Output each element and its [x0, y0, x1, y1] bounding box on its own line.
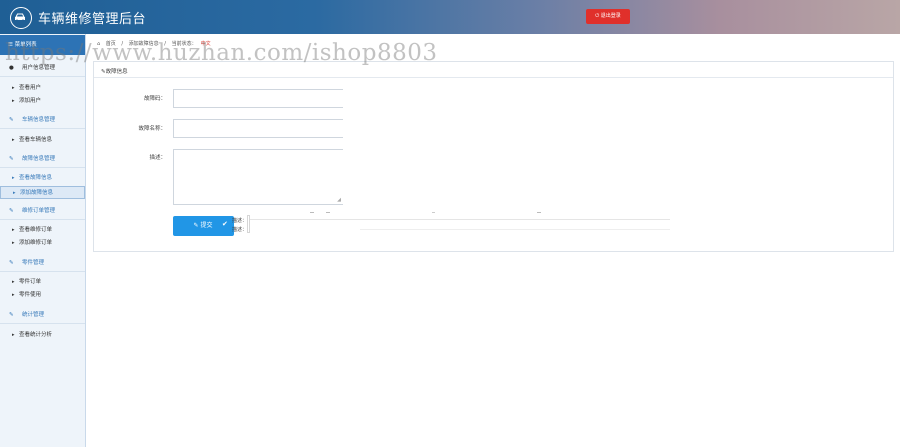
- edit-icon: ✎: [9, 312, 14, 318]
- sidebar-item-label: 查看车辆信息: [19, 137, 53, 143]
- fault-code-label: 故障码：: [143, 96, 166, 102]
- sidebar-group-vehicles[interactable]: ✎ 车辆信息管理: [0, 112, 85, 129]
- artifact-label: 描述：: [232, 227, 248, 233]
- sidebar: ☰ 菜单列表 ● 用户信息管理 ▸ 查看用户 ▸ 添加用户 ✎ 车辆信息管理 ▸…: [0, 34, 86, 447]
- fault-name-label: 故障名称：: [138, 126, 166, 132]
- fault-code-input[interactable]: [173, 89, 343, 108]
- caret-right-icon: ▸: [13, 190, 16, 196]
- fault-name-input[interactable]: [173, 119, 343, 138]
- sidebar-item-label: 查看维修订单: [19, 227, 53, 233]
- sidebar-group-label: 维修订单管理: [22, 208, 56, 214]
- sidebar-item-add-fault[interactable]: ▸ 添加故障信息: [0, 186, 85, 199]
- description-textarea[interactable]: ◢: [173, 149, 343, 205]
- caret-right-icon: ▸: [12, 292, 15, 298]
- artifact-label: 描述：: [232, 218, 248, 224]
- edit-icon: ✎: [9, 156, 14, 162]
- description-label: 描述：: [149, 155, 166, 161]
- sidebar-item-add-user[interactable]: ▸ 添加用户: [0, 95, 85, 108]
- artifact-line: [250, 219, 670, 220]
- sidebar-item-view-users[interactable]: ▸ 查看用户: [0, 82, 85, 95]
- sidebar-group-statistics[interactable]: ✎ 统计管理: [0, 307, 85, 324]
- logout-button[interactable]: ⏻ 退出登录: [586, 9, 630, 24]
- edit-icon: ✎: [9, 208, 14, 214]
- sidebar-item-label: 查看故障信息: [19, 175, 53, 181]
- sidebar-item-label: 查看统计分析: [19, 332, 53, 338]
- panel-title-text: 故障信息: [105, 69, 128, 75]
- sidebar-item-parts-usage[interactable]: ▸ 零件使用: [0, 289, 85, 302]
- caret-right-icon: ▸: [12, 137, 15, 143]
- sidebar-item-add-order[interactable]: ▸ 添加维修订单: [0, 237, 85, 250]
- resize-handle-icon[interactable]: ◢: [337, 197, 341, 203]
- caret-right-icon: ▸: [12, 227, 15, 233]
- panel-title: ✎故障信息: [101, 67, 128, 75]
- caret-right-icon: ▸: [12, 175, 15, 181]
- sidebar-item-view-orders[interactable]: ▸ 查看维修订单: [0, 224, 85, 237]
- artifact-dot: [432, 212, 435, 213]
- artifact-dot: [537, 212, 541, 213]
- sidebar-group-label: 故障信息管理: [22, 156, 56, 162]
- artifact-line: [360, 229, 670, 230]
- sidebar-item-view-vehicles[interactable]: ▸ 查看车辆信息: [0, 134, 85, 147]
- edit-icon: ✎: [193, 222, 199, 229]
- sidebar-item-label: 添加维修订单: [19, 240, 53, 246]
- edit-icon: ✎: [9, 260, 14, 266]
- sidebar-item-label: 添加用户: [19, 98, 42, 104]
- sidebar-group-label: 零件管理: [22, 260, 45, 266]
- caret-right-icon: ▸: [12, 98, 15, 104]
- sidebar-item-view-faults[interactable]: ▸ 查看故障信息: [0, 172, 85, 185]
- sidebar-item-view-statistics[interactable]: ▸ 查看统计分析: [0, 329, 85, 342]
- submit-label: 提交: [200, 222, 213, 229]
- artifact-divider: [247, 215, 250, 233]
- sidebar-group-label: 车辆信息管理: [22, 117, 56, 123]
- sidebar-group-orders[interactable]: ✎ 维修订单管理: [0, 203, 85, 220]
- caret-right-icon: ▸: [12, 279, 15, 285]
- car-icon: [10, 7, 32, 29]
- caret-right-icon: ▸: [12, 332, 15, 338]
- sidebar-group-label: 统计管理: [22, 312, 45, 318]
- sidebar-item-parts-orders[interactable]: ▸ 零件订单: [0, 276, 85, 289]
- caret-right-icon: ▸: [12, 85, 15, 91]
- sidebar-item-label: 添加故障信息: [20, 190, 54, 196]
- app-title: 车辆维修管理后台: [38, 12, 147, 27]
- caret-right-icon: ▸: [12, 240, 15, 246]
- sidebar-item-label: 零件订单: [19, 279, 42, 285]
- artifact-dot: [310, 212, 314, 213]
- top-header: 车辆维修管理后台 ⏻ 退出登录: [0, 0, 900, 34]
- edit-icon: ✎: [9, 117, 14, 123]
- sidebar-item-label: 查看用户: [19, 85, 42, 91]
- watermark: https://www.huzhan.com/ishop8803: [5, 40, 438, 66]
- check-icon: ✔: [222, 220, 228, 228]
- sidebar-item-label: 零件使用: [19, 292, 42, 298]
- sidebar-group-faults[interactable]: ✎ 故障信息管理: [0, 151, 85, 168]
- artifact-dot: [326, 212, 330, 213]
- sidebar-group-parts[interactable]: ✎ 零件管理: [0, 255, 85, 272]
